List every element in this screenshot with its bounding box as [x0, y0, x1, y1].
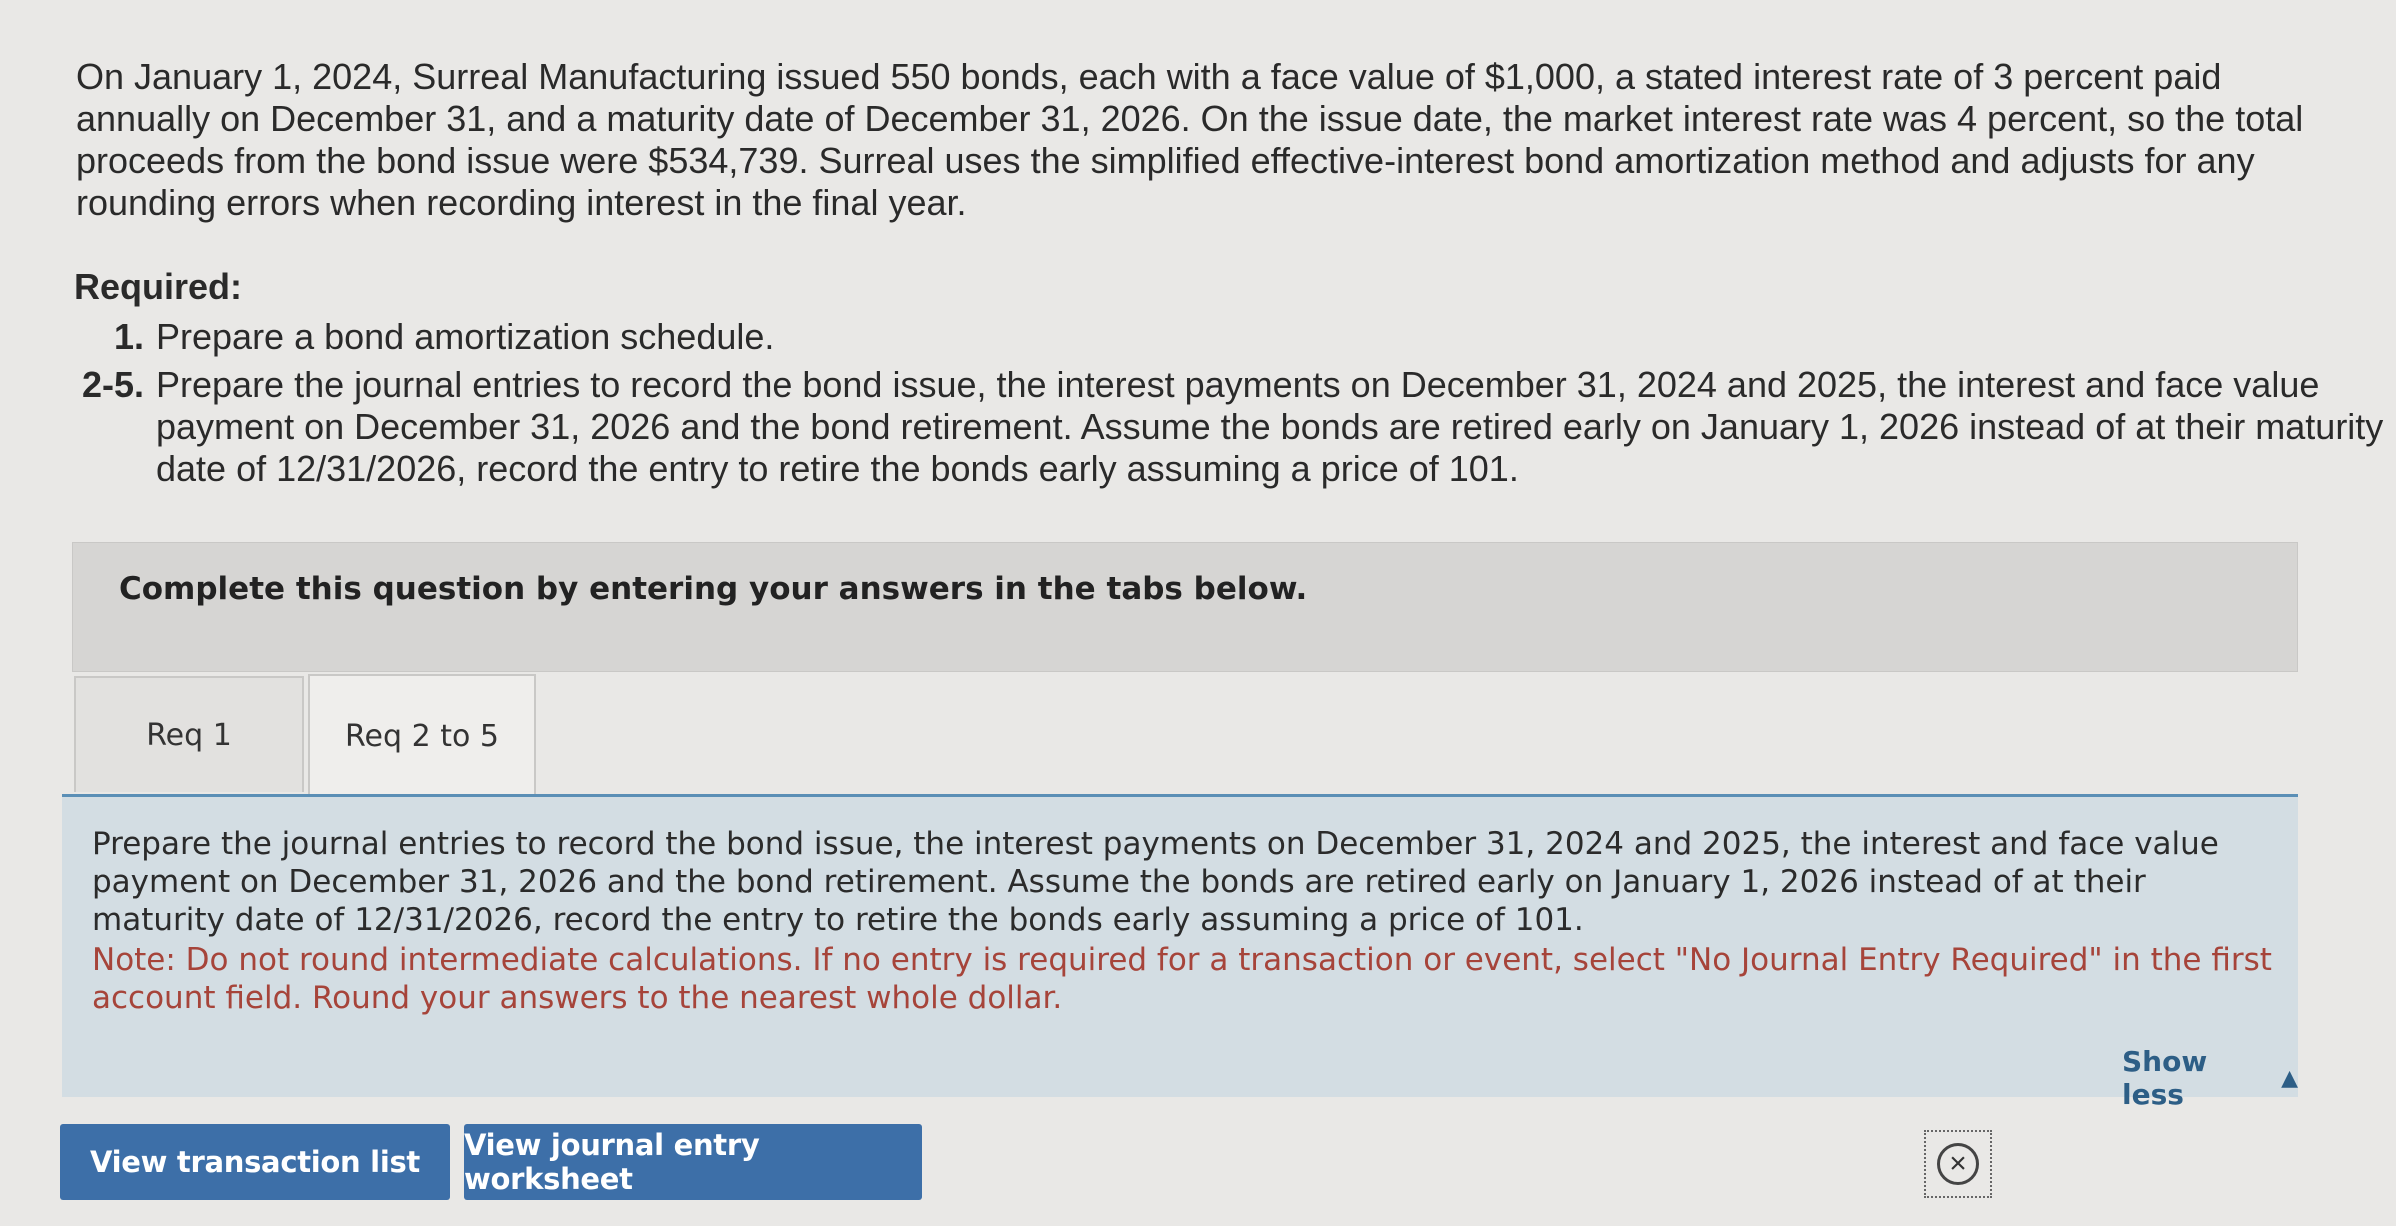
close-x-glyph: ×: [1937, 1143, 1979, 1185]
panel-description: Prepare the journal entries to record th…: [92, 826, 2219, 938]
view-transaction-list-button[interactable]: View transaction list: [60, 1124, 450, 1200]
requirement-2-5-number: 2-5.: [81, 364, 144, 405]
instruction-banner: Complete this question by entering your …: [72, 542, 2298, 672]
requirement-1-number: 1.: [113, 316, 144, 357]
tab-req-2-to-5[interactable]: Req 2 to 5: [308, 674, 536, 796]
instruction-text: Complete this question by entering your …: [119, 571, 1308, 607]
triangle-up-icon: ▲: [2281, 1065, 2298, 1091]
req-content-panel: Prepare the journal entries to record th…: [62, 797, 2298, 1111]
requirement-2-5-text: Prepare the journal entries to record th…: [156, 364, 2384, 489]
view-journal-entry-worksheet-button[interactable]: View journal entry worksheet: [464, 1124, 922, 1200]
tab-req-1[interactable]: Req 1: [74, 676, 304, 792]
required-heading: Required:: [74, 266, 243, 307]
show-less-label: Show less: [2122, 1045, 2208, 1111]
close-icon[interactable]: ×: [1924, 1130, 1992, 1198]
panel-note: Note: Do not round intermediate calculat…: [92, 942, 2272, 1016]
requirement-1-text: Prepare a bond amortization schedule.: [156, 316, 775, 357]
requirement-2-5: 2-5. Prepare the journal entries to reco…: [64, 364, 2383, 494]
show-less-link[interactable]: Show less ▲: [2122, 1045, 2298, 1111]
problem-statement: On January 1, 2024, Surreal Manufacturin…: [76, 56, 2304, 223]
requirement-1: 1. Prepare a bond amortization schedule.: [64, 316, 2364, 360]
